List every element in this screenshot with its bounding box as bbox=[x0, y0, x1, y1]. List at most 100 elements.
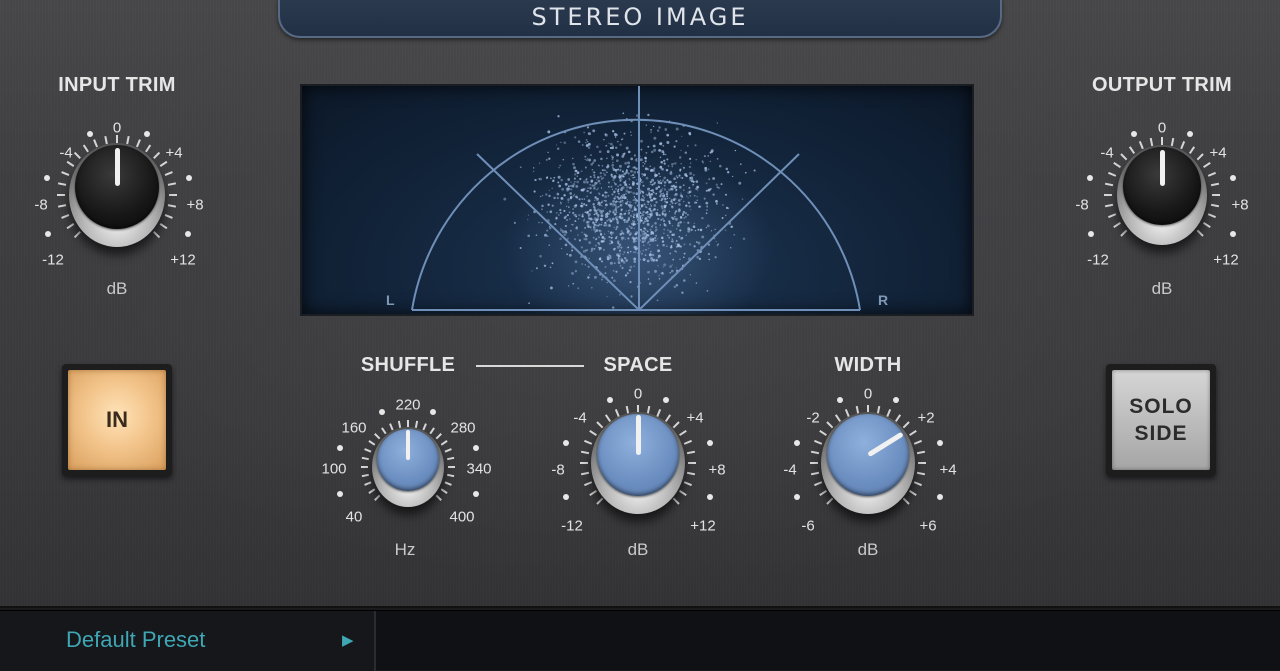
space-unit: dB bbox=[627, 540, 649, 559]
scope-particle bbox=[625, 202, 627, 205]
scope-particle bbox=[689, 274, 691, 276]
scope-particle bbox=[548, 225, 551, 228]
scope-particle bbox=[636, 160, 638, 162]
scope-particle bbox=[666, 179, 669, 182]
scope-particle bbox=[611, 164, 614, 167]
scope-particle bbox=[683, 221, 685, 224]
scope-particle bbox=[611, 306, 615, 309]
scope-particle bbox=[568, 206, 570, 208]
solo-side-button[interactable]: SOLO SIDE bbox=[1106, 364, 1216, 476]
output-trim-knob[interactable] bbox=[1117, 145, 1207, 245]
scope-particle bbox=[623, 219, 626, 222]
tick-mark bbox=[686, 471, 696, 476]
scope-particle bbox=[679, 245, 682, 248]
scope-particle bbox=[650, 231, 654, 234]
scope-particle bbox=[564, 217, 566, 219]
scope-particle bbox=[734, 149, 737, 152]
scope-particle bbox=[606, 171, 608, 174]
scope-particle bbox=[539, 195, 542, 198]
play-triangle-icon[interactable]: ▶ bbox=[342, 631, 354, 649]
scope-particle bbox=[588, 210, 590, 213]
scope-particle bbox=[571, 271, 574, 275]
output-trim-tick: +12 bbox=[1213, 251, 1239, 269]
scope-particle bbox=[587, 220, 590, 224]
scope-particle bbox=[716, 186, 719, 189]
scope-particle bbox=[619, 203, 623, 207]
scope-particle bbox=[596, 213, 600, 217]
scope-particle bbox=[696, 255, 700, 259]
scale-dot bbox=[794, 494, 800, 500]
scope-particle bbox=[519, 247, 522, 249]
scope-particle bbox=[614, 195, 617, 197]
scope-particle bbox=[717, 243, 719, 246]
scope-particle bbox=[541, 222, 543, 224]
scope-particle bbox=[627, 164, 631, 168]
scope-particle bbox=[641, 230, 644, 233]
scope-particle bbox=[679, 229, 682, 232]
tick-mark bbox=[1196, 153, 1204, 161]
scope-particle bbox=[641, 190, 644, 193]
scope-particle bbox=[613, 226, 615, 228]
scope-particle bbox=[705, 189, 708, 192]
scope-particle bbox=[675, 140, 678, 143]
scope-particle bbox=[696, 196, 698, 198]
scope-particle bbox=[680, 192, 682, 194]
scope-particle bbox=[680, 149, 682, 152]
space-knob[interactable] bbox=[591, 412, 685, 514]
scope-particle bbox=[663, 228, 666, 231]
width-tick: -2 bbox=[806, 409, 820, 427]
scope-particle bbox=[566, 214, 569, 217]
scope-particle bbox=[650, 150, 654, 154]
scope-particle bbox=[648, 253, 652, 257]
scope-particle bbox=[559, 208, 562, 212]
scope-particle bbox=[584, 158, 586, 161]
scope-particle bbox=[668, 210, 671, 213]
tick-mark bbox=[1113, 161, 1121, 169]
scope-particle bbox=[603, 249, 605, 251]
scope-particle bbox=[580, 246, 583, 249]
width-knob[interactable] bbox=[821, 412, 915, 514]
scope-particle bbox=[614, 201, 617, 204]
scope-particle bbox=[696, 189, 699, 192]
scope-particle bbox=[568, 253, 572, 257]
scope-particle bbox=[601, 164, 604, 167]
in-button[interactable]: IN bbox=[62, 364, 172, 476]
scope-particle bbox=[683, 217, 686, 219]
scope-particle bbox=[666, 134, 669, 137]
tick-mark bbox=[1207, 213, 1216, 219]
scope-particle bbox=[610, 173, 613, 176]
scope-particle bbox=[661, 217, 664, 220]
preset-selector[interactable]: Default Preset ▶ bbox=[0, 611, 376, 671]
shuffle-space-link-line bbox=[476, 365, 584, 367]
scope-particle bbox=[560, 227, 562, 230]
scope-particle bbox=[567, 185, 570, 188]
tick-mark bbox=[589, 489, 597, 497]
input-trim-unit: dB bbox=[106, 279, 128, 298]
scope-particle bbox=[687, 197, 689, 199]
tick-mark bbox=[664, 414, 672, 422]
scope-particle bbox=[633, 196, 636, 198]
width-tick: +6 bbox=[919, 517, 937, 535]
scope-particle bbox=[606, 295, 608, 298]
scope-particle bbox=[606, 257, 610, 261]
scope-particle bbox=[583, 180, 586, 184]
scope-particle bbox=[656, 299, 659, 302]
tick-mark bbox=[819, 489, 827, 497]
scale-dot bbox=[473, 491, 479, 497]
scope-particle bbox=[671, 205, 673, 208]
tick-mark bbox=[414, 420, 419, 428]
scope-particle bbox=[648, 282, 652, 285]
input-trim-knob[interactable] bbox=[69, 143, 165, 247]
scope-particle bbox=[604, 195, 608, 199]
scope-particle bbox=[588, 215, 590, 218]
tick-mark bbox=[1113, 221, 1121, 229]
scope-particle bbox=[615, 211, 618, 214]
scope-particle bbox=[661, 212, 664, 214]
preset-name[interactable]: Default Preset bbox=[66, 627, 205, 653]
scale-dot bbox=[563, 494, 569, 500]
scope-particle bbox=[619, 232, 623, 236]
scope-particle bbox=[548, 226, 552, 230]
tick-mark bbox=[909, 489, 917, 497]
shuffle-knob[interactable] bbox=[372, 427, 444, 507]
scope-particle bbox=[635, 236, 638, 240]
